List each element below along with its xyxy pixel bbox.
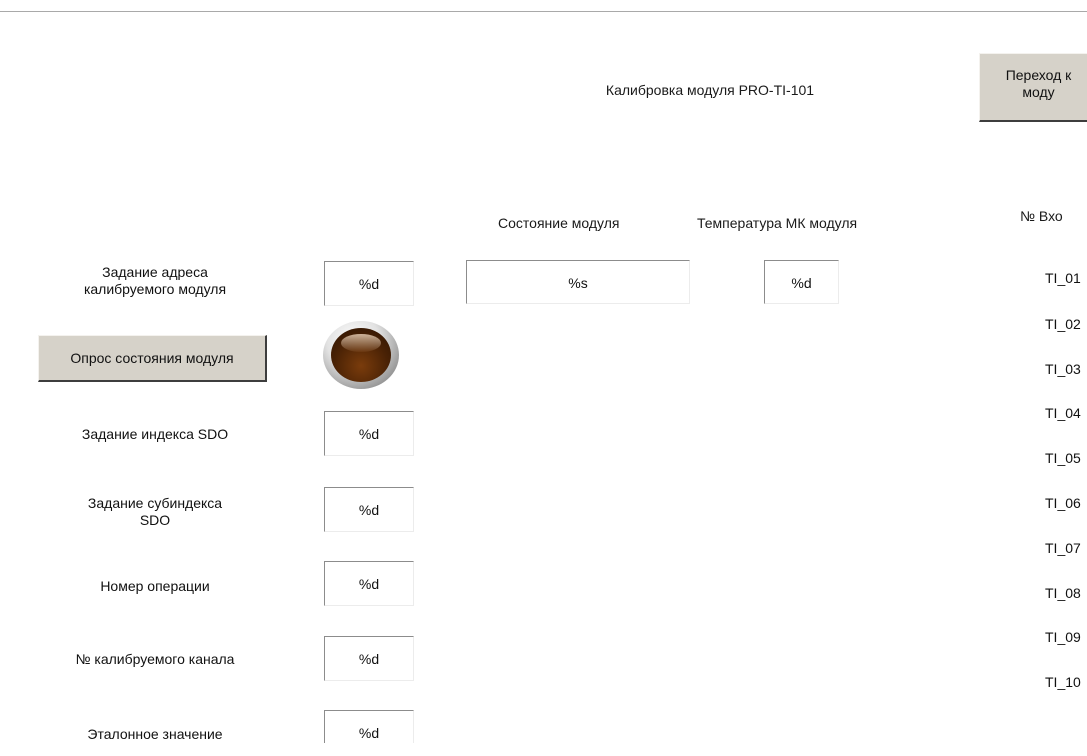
module-address-field[interactable]: %d [324, 261, 414, 306]
status-lamp-indicator [323, 321, 399, 389]
sdo-subindex-label: Задание субиндекса SDO [87, 495, 223, 528]
go-to-module-button[interactable]: Переход к моду [979, 53, 1087, 122]
input-list-item: TI_08 [1045, 585, 1081, 601]
input-list-item: TI_09 [1045, 629, 1081, 645]
reference-value-field[interactable]: %d [324, 710, 414, 743]
calibrated-channel-label: № калибруемого канала [75, 651, 235, 667]
operation-number-label: Номер операции [100, 578, 210, 594]
input-list-item: TI_07 [1045, 540, 1081, 556]
input-list-item: TI_05 [1045, 450, 1081, 466]
status-lamp-shine [341, 334, 381, 352]
top-divider [0, 11, 1087, 12]
input-list-item: TI_06 [1045, 495, 1081, 511]
module-state-field: %s [466, 260, 690, 304]
mk-temperature-field: %d [764, 260, 839, 304]
mk-temperature-header: Температура МК модуля [697, 215, 858, 231]
input-list-item: TI_01 [1045, 270, 1081, 286]
input-list-item: TI_03 [1045, 361, 1081, 377]
module-state-header: Состояние модуля [498, 215, 620, 231]
sdo-index-field[interactable]: %d [324, 411, 414, 456]
input-list-item: TI_02 [1045, 316, 1081, 332]
module-address-label: Задание адреса калибруемого модуля [83, 264, 227, 297]
sdo-subindex-field[interactable]: %d [324, 487, 414, 532]
input-list-item: TI_10 [1045, 674, 1081, 690]
input-number-header: № Вхо [1020, 208, 1063, 224]
poll-module-state-button[interactable]: Опрос состояния модуля [38, 335, 267, 382]
operation-number-field[interactable]: %d [324, 561, 414, 606]
input-list-item: TI_04 [1045, 405, 1081, 421]
calibrated-channel-field[interactable]: %d [324, 636, 414, 681]
sdo-index-label: Задание индекса SDO [81, 426, 229, 442]
reference-value-label: Эталонное значение [87, 726, 223, 742]
page-title: Калибровка модуля PRO-TI-101 [605, 82, 815, 98]
